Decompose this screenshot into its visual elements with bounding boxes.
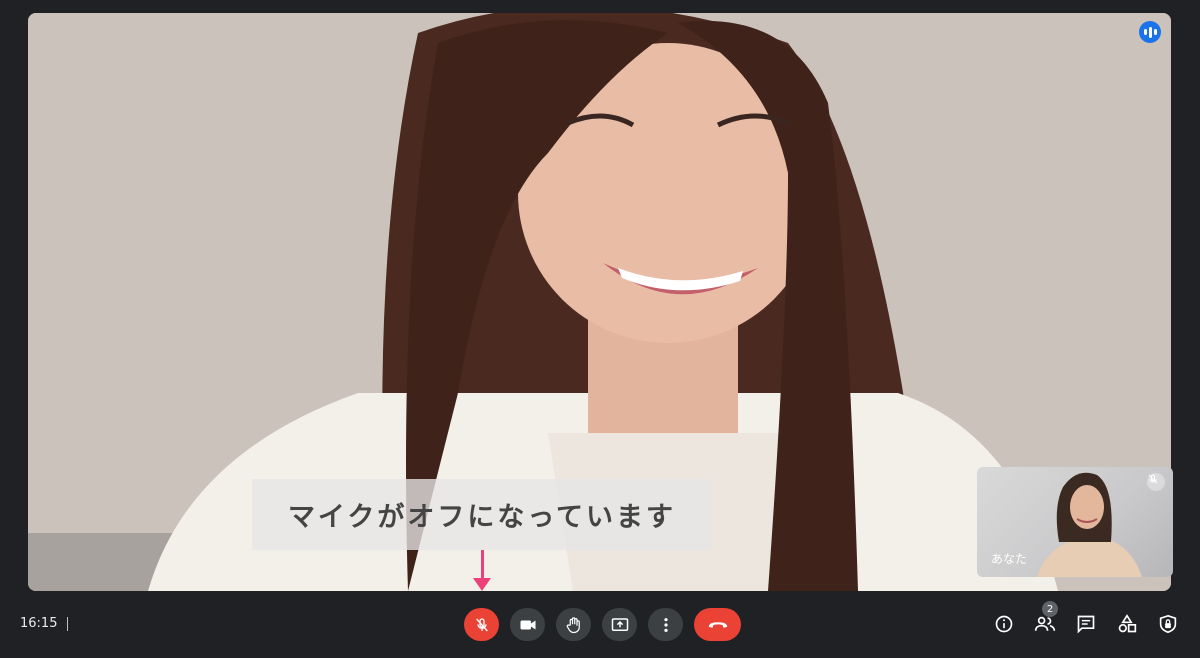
right-toolbar: 2 xyxy=(993,601,1179,636)
self-name-label: あなた xyxy=(991,552,1028,566)
host-controls-button[interactable] xyxy=(1157,612,1179,636)
clock-time: 16:15 xyxy=(20,616,58,631)
self-mic-off-icon xyxy=(1147,473,1165,491)
present-screen-icon xyxy=(611,617,628,631)
speaking-indicator-icon xyxy=(1139,21,1161,43)
activities-icon xyxy=(1118,614,1137,633)
chat-button[interactable] xyxy=(1075,612,1097,636)
people-icon xyxy=(1034,616,1056,631)
participant-count-badge: 2 xyxy=(1042,601,1058,617)
self-view-tile[interactable]: あなた xyxy=(977,467,1173,577)
chat-icon xyxy=(1077,615,1095,634)
info-icon xyxy=(995,615,1013,633)
raise-hand-button[interactable] xyxy=(556,608,591,641)
more-options-button[interactable] xyxy=(648,608,683,641)
meeting-details-button[interactable] xyxy=(993,612,1015,636)
participants-button[interactable]: 2 xyxy=(1034,601,1058,636)
meeting-clock: 16:15 xyxy=(20,616,69,631)
present-screen-button[interactable] xyxy=(602,608,637,641)
pointer-arrow xyxy=(481,550,484,580)
mic-off-icon xyxy=(475,617,488,631)
activities-button[interactable] xyxy=(1116,612,1138,636)
mic-off-caption: マイクがオフになっています xyxy=(252,479,712,550)
more-vert-icon xyxy=(663,617,668,632)
raise-hand-icon xyxy=(566,616,580,633)
camera-toggle-button[interactable] xyxy=(510,608,545,641)
pointer-arrowhead-icon xyxy=(473,578,491,591)
clock-separator xyxy=(67,616,69,631)
videocam-icon xyxy=(520,620,535,629)
host-controls-icon xyxy=(1159,614,1177,634)
call-controls xyxy=(464,608,741,641)
call-end-icon xyxy=(708,621,727,628)
leave-call-button[interactable] xyxy=(694,608,741,641)
caption-text: マイクがオフになっています xyxy=(287,502,677,533)
mic-toggle-button[interactable] xyxy=(464,608,499,641)
